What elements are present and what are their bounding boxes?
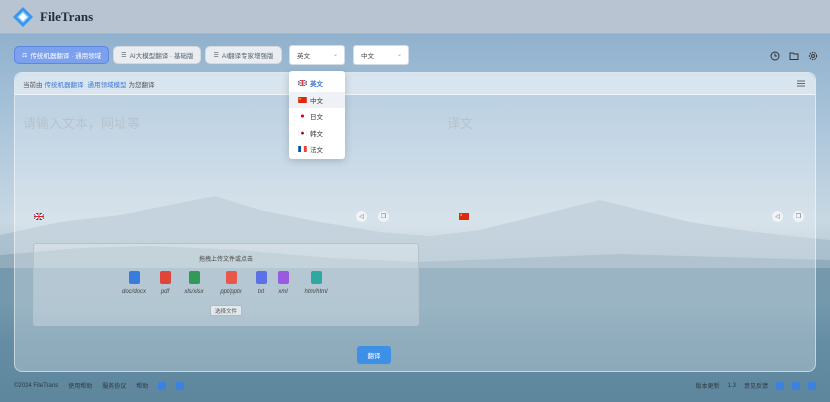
target-text-output: 译文 <box>447 116 474 131</box>
chevron-down-icon: ⌄ <box>396 52 402 58</box>
toolbar-icons <box>770 51 818 61</box>
xml-file-icon <box>277 271 289 284</box>
japan-flag-icon <box>298 113 307 120</box>
ai-icon: ☰ <box>121 52 127 59</box>
hint-prefix: 当前由 <box>23 81 43 89</box>
filetype-xls: xls/xlsx <box>181 271 207 295</box>
history-icon[interactable] <box>770 51 780 61</box>
top-header: FileTrans <box>0 0 830 34</box>
social-icon[interactable] <box>792 381 800 390</box>
mode-ai-basic[interactable]: ☰ AI大模型翻译 · 基础版 <box>113 46 202 64</box>
france-flag-icon <box>298 146 307 153</box>
copy-icon[interactable]: ❐ <box>378 211 389 222</box>
source-text-input[interactable]: 请输入文本，网址等 <box>23 113 140 132</box>
uk-flag-icon <box>34 213 44 220</box>
footer-link-support[interactable]: 帮助 <box>136 381 148 390</box>
excel-file-icon <box>188 271 200 284</box>
uk-flag-icon <box>298 80 307 87</box>
html-file-icon <box>310 271 322 284</box>
china-flag-icon <box>459 213 469 220</box>
target-language-select[interactable]: 中文 ⌄ <box>353 45 409 65</box>
filetype-label: pdf <box>160 289 170 295</box>
speaker-icon[interactable]: ◁ <box>356 211 367 222</box>
word-file-icon <box>128 271 140 284</box>
engine-hint: 当前由 传统机器翻译 通用领域模型 为您翻译 <box>15 73 815 95</box>
hint-engine-link[interactable]: 传统机器翻译 <box>45 79 84 89</box>
social-icon[interactable] <box>776 381 784 390</box>
language-option-label: 韩文 <box>310 130 323 138</box>
filetype-pdf: pdf <box>158 271 172 295</box>
pdf-file-icon <box>159 271 171 284</box>
filetype-label: doc/docx <box>121 289 146 295</box>
china-flag-icon <box>298 96 307 103</box>
mode-label: 传统机器翻译 · 通用领域 <box>30 53 102 60</box>
language-option-label: 英文 <box>310 81 323 89</box>
version-number: 1.3 <box>727 382 736 389</box>
app-title: FileTrans <box>40 8 94 24</box>
ppt-file-icon <box>225 271 237 284</box>
footer-link-help[interactable]: 使用帮助 <box>68 381 92 390</box>
version-label: 版本更新 <box>695 384 720 390</box>
file-upload-dropzone[interactable]: 拖拽上传文件或点击 doc/docx pdf xls/xlsx ppt/pptx… <box>33 243 419 326</box>
chevron-down-icon: ⌄ <box>332 52 338 58</box>
korea-flag-icon <box>298 129 307 136</box>
social-icon[interactable] <box>158 381 167 390</box>
filetype-label: htm/html <box>304 289 328 295</box>
choose-file-button[interactable]: 选择文件 <box>210 305 242 316</box>
mode-selector: ⚖ 传统机器翻译 · 通用领域 ☰ AI大模型翻译 · 基础版 ☰ AI翻译专家… <box>14 46 282 64</box>
hint-model-link[interactable]: 通用领域模型 <box>88 79 127 89</box>
language-option-label: 法文 <box>310 147 323 155</box>
filetrans-logo-icon <box>13 6 33 27</box>
feedback-link[interactable]: 意见反馈 <box>744 381 768 390</box>
language-option-korean[interactable]: 韩文 <box>289 125 345 142</box>
hint-suffix: 为您翻译 <box>128 81 155 89</box>
translate-button[interactable]: 翻译 <box>357 346 391 364</box>
filetype-doc: doc/docx <box>119 271 149 295</box>
folder-icon[interactable] <box>789 51 799 61</box>
mode-traditional-mt[interactable]: ⚖ 传统机器翻译 · 通用领域 <box>14 46 110 64</box>
filetype-label: xls/xlsx <box>184 289 204 295</box>
mode-label: AI翻译专家增强版 <box>221 53 274 60</box>
language-option-japanese[interactable]: 日文 <box>289 108 345 125</box>
translate-icon: ⚖ <box>22 52 28 59</box>
filetype-ppt: ppt/pptx <box>217 271 245 295</box>
filetype-txt: txt <box>254 271 268 295</box>
ai-expert-icon: ☰ <box>213 52 219 59</box>
social-icon[interactable] <box>176 381 185 390</box>
copy-icon[interactable]: ❐ <box>793 211 804 222</box>
source-language-dropdown: 英文 中文 日文 韩文 法文 <box>289 71 345 159</box>
mode-label: AI大模型翻译 · 基础版 <box>129 53 194 60</box>
speaker-icon[interactable]: ◁ <box>772 211 783 222</box>
source-language-value: 英文 <box>297 53 310 60</box>
filetype-label: xml <box>278 289 288 295</box>
filetype-xml: xml <box>276 271 290 295</box>
language-option-french[interactable]: 法文 <box>289 141 345 158</box>
language-option-chinese[interactable]: 中文 <box>289 91 345 108</box>
filetype-label: ppt/pptx <box>220 289 242 295</box>
mode-ai-expert[interactable]: ☰ AI翻译专家增强版 <box>205 46 282 64</box>
menu-icon[interactable] <box>797 80 805 87</box>
translation-panel: 当前由 传统机器翻译 通用领域模型 为您翻译 请输入文本，网址等 译文 ◁ ❐ … <box>14 72 816 372</box>
filetype-html: htm/html <box>301 271 331 295</box>
source-language-select[interactable]: 英文 ⌄ <box>289 45 345 65</box>
language-option-english[interactable]: 英文 <box>289 75 345 92</box>
footer-right: 版本更新 1.3 意见反馈 <box>696 381 816 390</box>
language-option-label: 中文 <box>310 97 323 105</box>
target-language-value: 中文 <box>361 53 374 60</box>
gear-icon[interactable] <box>808 51 818 61</box>
txt-file-icon <box>255 271 267 284</box>
language-option-label: 日文 <box>310 114 323 122</box>
footer-left: ©2024 FileTrans 使用帮助 服务协议 帮助 <box>14 381 185 390</box>
upload-title: 拖拽上传文件或点击 <box>198 257 253 263</box>
copyright-text: ©2024 FileTrans <box>14 382 59 389</box>
filetype-label: txt <box>257 289 265 295</box>
footer-link-terms[interactable]: 服务协议 <box>102 381 126 390</box>
social-icon[interactable] <box>808 381 816 390</box>
